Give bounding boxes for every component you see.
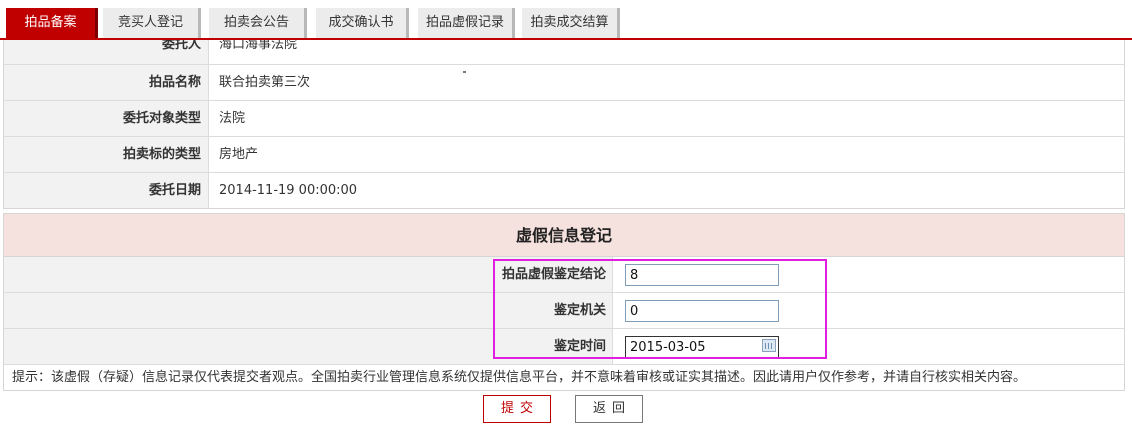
subject-type-label: 拍卖标的类型 bbox=[4, 137, 209, 172]
info-row-consignor-type: 委托对象类型 法院 bbox=[4, 100, 1124, 136]
tab-auction-announcement[interactable]: 拍卖会公告 bbox=[209, 8, 307, 38]
item-info-table: 委托人 海口海事法院 拍品名称 联合拍卖第三次 委托对象类型 法院 拍卖标的类型… bbox=[3, 40, 1125, 209]
form-row-conclusion: 拍品虚假鉴定结论 bbox=[4, 257, 1124, 293]
form-row-date: 鉴定时间 bbox=[4, 329, 1124, 365]
tab-false-record[interactable]: 拍品虚假记录 bbox=[418, 8, 515, 38]
calendar-icon[interactable] bbox=[762, 339, 776, 352]
disclaimer-tip: 提示：该虚假（存疑）信息记录仅代表提交者观点。全国拍卖行业管理信息系统仅提供信息… bbox=[12, 370, 1027, 385]
tab-item-filing[interactable]: 拍品备案 bbox=[6, 8, 98, 38]
tab-settlement[interactable]: 拍卖成交结算 bbox=[522, 8, 620, 38]
info-row-subject-type: 拍卖标的类型 房地产 bbox=[4, 136, 1124, 172]
consign-date-value: 2014-11-19 00:00:00 bbox=[219, 183, 358, 198]
info-row-consign-date: 委托日期 2014-11-19 00:00:00 bbox=[4, 172, 1124, 208]
consign-date-label: 委托日期 bbox=[4, 173, 209, 208]
consignor-type-value: 法院 bbox=[219, 111, 246, 126]
consignor-label: 委托人 bbox=[4, 40, 209, 64]
item-name-value: 联合拍卖第三次 bbox=[219, 75, 311, 90]
info-row-item-name: 拍品名称 联合拍卖第三次 bbox=[4, 64, 1124, 100]
date-input[interactable] bbox=[625, 336, 779, 358]
form-row-authority: 鉴定机关 bbox=[4, 293, 1124, 329]
tab-bar: 拍品备案 竞买人登记 拍卖会公告 成交确认书 拍品虚假记录 拍卖成交结算 bbox=[0, 0, 1132, 40]
authority-input[interactable] bbox=[625, 300, 779, 322]
form-title: 虚假信息登记 bbox=[4, 214, 1124, 257]
info-row-consignor: 委托人 海口海事法院 bbox=[4, 40, 1124, 64]
authority-label: 鉴定机关 bbox=[4, 293, 613, 328]
stray-mark bbox=[463, 71, 466, 73]
conclusion-label: 拍品虚假鉴定结论 bbox=[4, 257, 613, 292]
consignor-value: 海口海事法院 bbox=[219, 40, 298, 52]
tab-bidder-registration[interactable]: 竞买人登记 bbox=[103, 8, 201, 38]
tab-deal-confirmation[interactable]: 成交确认书 bbox=[316, 8, 409, 38]
conclusion-input[interactable] bbox=[625, 264, 779, 286]
item-name-label: 拍品名称 bbox=[4, 65, 209, 100]
false-info-form: 虚假信息登记 拍品虚假鉴定结论 鉴定机关 鉴定时间 提示：该虚假（存疑）信息记录… bbox=[3, 213, 1125, 391]
consignor-type-label: 委托对象类型 bbox=[4, 101, 209, 136]
date-label: 鉴定时间 bbox=[4, 329, 613, 364]
back-button[interactable]: 返回 bbox=[575, 395, 643, 423]
subject-type-value: 房地产 bbox=[219, 147, 259, 162]
submit-button[interactable]: 提交 bbox=[483, 395, 551, 423]
